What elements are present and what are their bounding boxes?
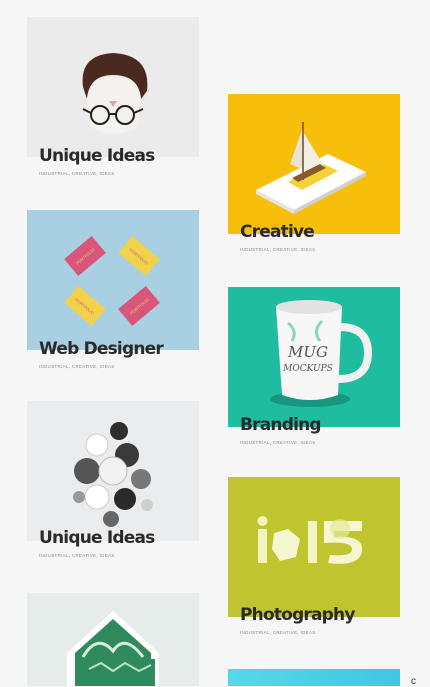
- card-tags: INDUSTRIAL, CREATIVE, IDEAS: [240, 247, 316, 252]
- card-tags: INDUSTRIAL, CREATIVE, IDEAS: [240, 440, 316, 445]
- card-image[interactable]: io15: [228, 477, 400, 617]
- card-title[interactable]: Photography: [240, 605, 355, 625]
- card-image[interactable]: [228, 669, 400, 686]
- mug-mockup-illustration: MUG MOCKUPS: [228, 287, 400, 427]
- card-title[interactable]: Unique Ideas: [39, 528, 155, 548]
- card-title[interactable]: Web Designer: [39, 339, 164, 359]
- portfolio-card-unique-ideas-2[interactable]: Unique Ideas INDUSTRIAL, CREATIVE, IDEAS: [27, 401, 199, 558]
- card-title[interactable]: Unique Ideas: [39, 146, 155, 166]
- corner-text: c: [411, 676, 416, 687]
- portfolio-card-web-designer[interactable]: PORTFOLIO PORTFOLIO PORTFOLIO PORTFOLIO …: [27, 210, 199, 369]
- portfolio-card-photography[interactable]: io15 Photography INDUSTRIAL, CREATIVE, I…: [228, 477, 400, 635]
- card-tags: INDUSTRIAL, CREATIVE, IDEAS: [240, 630, 316, 635]
- card-title[interactable]: Creative: [240, 222, 315, 242]
- portfolio-card-cyan[interactable]: [228, 669, 400, 686]
- envelope-leaves-illustration: [27, 593, 199, 686]
- phone-boat-illustration: [228, 94, 400, 234]
- business-cards-illustration: PORTFOLIO PORTFOLIO PORTFOLIO PORTFOLIO: [27, 210, 199, 350]
- card-tags: INDUSTRIAL, CREATIVE, IDEAS: [39, 553, 115, 558]
- face-glasses-illustration: [27, 17, 199, 157]
- card-title[interactable]: Branding: [240, 415, 322, 435]
- card-image[interactable]: [228, 94, 400, 234]
- mug-text-line2: MOCKUPS: [282, 364, 333, 374]
- card-image[interactable]: [27, 401, 199, 541]
- spheres-illustration: [27, 401, 199, 541]
- card-tags: INDUSTRIAL, CREATIVE, IDEAS: [39, 364, 115, 369]
- portfolio-card-branding[interactable]: MUG MOCKUPS Branding INDUSTRIAL, CREATIV…: [228, 287, 400, 445]
- io15-logo-illustration: io15: [228, 477, 400, 617]
- card-image[interactable]: PORTFOLIO PORTFOLIO PORTFOLIO PORTFOLIO: [27, 210, 199, 350]
- portfolio-card-creative[interactable]: Creative INDUSTRIAL, CREATIVE, IDEAS: [228, 94, 400, 252]
- card-image[interactable]: [27, 593, 199, 686]
- portfolio-card-envelope[interactable]: [27, 593, 199, 686]
- mug-text-line1: MUG: [287, 343, 328, 361]
- card-tags: INDUSTRIAL, CREATIVE, IDEAS: [39, 171, 115, 176]
- portfolio-card-unique-ideas[interactable]: Unique Ideas INDUSTRIAL, CREATIVE, IDEAS: [27, 17, 199, 176]
- card-image[interactable]: MUG MOCKUPS: [228, 287, 400, 427]
- card-image[interactable]: [27, 17, 199, 157]
